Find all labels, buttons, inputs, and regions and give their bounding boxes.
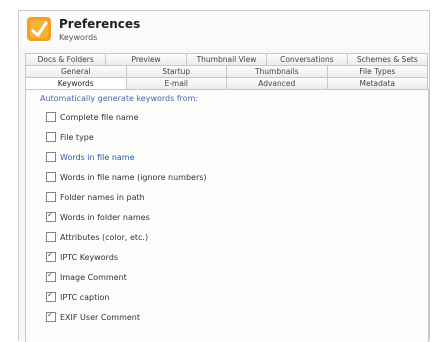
header: Preferences Keywords bbox=[19, 11, 429, 47]
tab-row-3: Keywords E-mail Advanced Metadata bbox=[25, 77, 428, 89]
option-iptc-keywords[interactable]: IPTC Keywords bbox=[46, 250, 118, 264]
option-label: IPTC caption bbox=[60, 292, 110, 302]
tab-thumbnail-view[interactable]: Thumbnail View bbox=[185, 53, 268, 65]
option-attributes[interactable]: Attributes (color, etc.) bbox=[46, 230, 148, 244]
tab-schemes-sets[interactable]: Schemes & Sets bbox=[346, 53, 429, 65]
keywords-panel: Automatically generate keywords from: Co… bbox=[25, 89, 429, 342]
option-complete-file-name[interactable]: Complete file name bbox=[46, 110, 139, 124]
checkbox[interactable] bbox=[46, 270, 56, 282]
tab-row-1: Docs & Folders Preview Thumbnail View Co… bbox=[25, 53, 429, 65]
option-label: Words in file name (ignore numbers) bbox=[60, 172, 207, 182]
checkbox[interactable] bbox=[46, 290, 56, 302]
option-words-in-file-name[interactable]: Words in file name bbox=[46, 150, 135, 164]
tab-keywords[interactable]: Keywords bbox=[25, 77, 127, 89]
tab-advanced[interactable]: Advanced bbox=[226, 77, 328, 89]
checkbox[interactable] bbox=[46, 112, 56, 122]
checkbox[interactable] bbox=[46, 210, 56, 222]
option-exif-user-comment[interactable]: EXIF User Comment bbox=[46, 310, 140, 324]
tabs: Docs & Folders Preview Thumbnail View Co… bbox=[25, 53, 429, 89]
checkbox[interactable] bbox=[46, 132, 56, 142]
option-words-in-folder-names[interactable]: Words in folder names bbox=[46, 210, 150, 224]
tab-email[interactable]: E-mail bbox=[125, 77, 227, 89]
tab-file-types[interactable]: File Types bbox=[326, 65, 428, 77]
option-iptc-caption[interactable]: IPTC caption bbox=[46, 290, 109, 304]
option-label: Words in folder names bbox=[60, 212, 150, 222]
tab-general[interactable]: General bbox=[25, 65, 127, 77]
app-icon bbox=[27, 17, 51, 41]
checkbox[interactable] bbox=[46, 192, 56, 202]
checkbox[interactable] bbox=[46, 250, 56, 262]
tab-metadata[interactable]: Metadata bbox=[326, 77, 428, 89]
group-label: Automatically generate keywords from: bbox=[40, 94, 199, 103]
option-label: Complete file name bbox=[60, 112, 139, 122]
option-file-type[interactable]: File type bbox=[46, 130, 94, 144]
tab-row-2: General Startup Thumbnails File Types bbox=[25, 65, 428, 77]
window-title: Preferences bbox=[59, 17, 141, 31]
option-label: IPTC Keywords bbox=[60, 252, 119, 262]
option-label: Image Comment bbox=[60, 272, 127, 282]
option-label: EXIF User Comment bbox=[60, 312, 141, 322]
window-subtitle: Keywords bbox=[59, 33, 98, 42]
option-folder-names-in-path[interactable]: Folder names in path bbox=[46, 190, 145, 204]
tab-conversations[interactable]: Conversations bbox=[266, 53, 348, 65]
option-label: Words in file name bbox=[60, 152, 135, 162]
option-words-ignore-numbers[interactable]: Words in file name (ignore numbers) bbox=[46, 170, 207, 184]
checkbox[interactable] bbox=[46, 232, 56, 242]
option-label: Attributes (color, etc.) bbox=[60, 232, 149, 242]
checkbox[interactable] bbox=[46, 152, 56, 162]
tab-startup[interactable]: Startup bbox=[125, 65, 227, 77]
tab-docs-folders[interactable]: Docs & Folders bbox=[25, 53, 107, 65]
option-image-comment[interactable]: Image Comment bbox=[46, 270, 127, 284]
checkbox[interactable] bbox=[46, 310, 56, 322]
tab-thumbnails[interactable]: Thumbnails bbox=[226, 65, 328, 77]
option-label: File type bbox=[60, 132, 94, 142]
preferences-window: Preferences Keywords Docs & Folders Prev… bbox=[18, 10, 430, 342]
tab-preview[interactable]: Preview bbox=[105, 53, 187, 65]
option-label: Folder names in path bbox=[60, 192, 145, 202]
checkbox[interactable] bbox=[46, 172, 56, 182]
